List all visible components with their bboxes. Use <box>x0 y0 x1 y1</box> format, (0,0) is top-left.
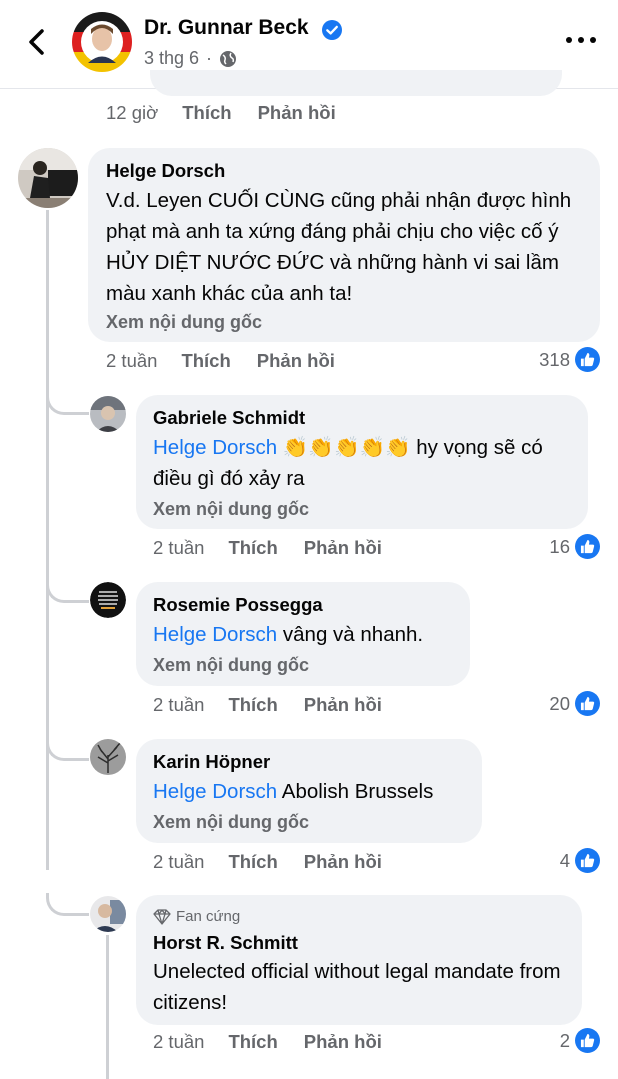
post-date[interactable]: 3 thg 6 <box>144 48 199 69</box>
like-button[interactable]: Thích <box>228 1031 277 1053</box>
more-button[interactable] <box>566 30 596 50</box>
reply-button[interactable]: Phản hồi <box>304 1031 382 1053</box>
reply-button[interactable]: Phản hồi <box>304 851 382 873</box>
avatar[interactable] <box>90 739 126 775</box>
like-thumb-icon <box>575 1028 600 1053</box>
page-name[interactable]: Dr. Gunnar Beck <box>144 16 309 40</box>
reply-actions: 2 tuần Thích Phản hồi <box>153 851 408 873</box>
comment-time: 2 tuần <box>153 851 205 872</box>
mention-link[interactable]: Helge Dorsch <box>153 436 277 459</box>
reaction-count[interactable]: 2 <box>560 1028 600 1053</box>
reply-thread-line <box>106 935 109 1079</box>
like-button[interactable]: Thích <box>228 851 277 873</box>
post-meta: 3 thg 6 · <box>144 48 237 69</box>
avatar[interactable] <box>90 582 126 618</box>
meta-separator: · <box>206 48 213 68</box>
see-original-link[interactable]: Xem nội dung gốc <box>153 499 309 520</box>
page-avatar[interactable] <box>72 12 132 72</box>
reply-button[interactable]: Phản hồi <box>258 102 336 124</box>
reply-text: Helge Dorsch vâng và nhanh. <box>153 619 463 650</box>
reply-actions: 2 tuần Thích Phản hồi <box>153 537 408 559</box>
comment-actions: 2 tuần Thích Phản hồi <box>106 350 361 372</box>
comment-author[interactable]: Helge Dorsch <box>106 160 225 182</box>
reaction-count-value: 2 <box>559 1029 570 1051</box>
clap-emoji: 👏👏👏👏👏 <box>282 436 411 459</box>
like-thumb-icon <box>575 848 600 873</box>
top-fan-badge: Fan cứng <box>153 908 240 925</box>
thread-connector <box>46 893 89 916</box>
thread-line <box>46 210 49 870</box>
globe-icon <box>220 50 237 67</box>
like-button[interactable]: Thích <box>228 537 277 559</box>
reply-button[interactable]: Phản hồi <box>257 350 335 372</box>
comment-time: 2 tuần <box>153 537 205 558</box>
reaction-count-value: 318 <box>539 348 570 370</box>
diamond-icon <box>153 908 171 925</box>
reaction-count[interactable]: 20 <box>549 691 600 716</box>
like-button[interactable]: Thích <box>228 694 277 716</box>
see-original-link[interactable]: Xem nội dung gốc <box>106 312 262 333</box>
comment-text: V.d. Leyen CUỐI CÙNG cũng phải nhận được… <box>106 189 572 305</box>
see-original-link[interactable]: Xem nội dung gốc <box>153 812 309 833</box>
reaction-count[interactable]: 318 <box>539 347 600 372</box>
reply-author[interactable]: Horst R. Schmitt <box>153 932 298 954</box>
comment-time: 2 tuần <box>106 350 158 371</box>
reply-author[interactable]: Gabriele Schmidt <box>153 407 305 429</box>
like-button[interactable]: Thích <box>182 102 231 124</box>
reply-text: Helge Dorsch 👏👏👏👏👏 hy vọng sẽ có điều gì… <box>153 432 581 494</box>
see-original-link[interactable]: Xem nội dung gốc <box>153 655 309 676</box>
thread-connector <box>46 392 89 415</box>
avatar[interactable] <box>18 148 78 208</box>
reply-author[interactable]: Rosemie Possegga <box>153 594 323 616</box>
like-thumb-icon <box>575 691 600 716</box>
avatar[interactable] <box>90 396 126 432</box>
more-icon <box>566 37 572 43</box>
mention-link[interactable]: Helge Dorsch <box>153 623 277 646</box>
badge-label: Fan cứng <box>176 908 241 925</box>
reply-author[interactable]: Karin Höpner <box>153 751 270 773</box>
like-thumb-icon <box>575 347 600 372</box>
like-button[interactable]: Thích <box>181 350 230 372</box>
verified-badge-icon <box>321 19 343 41</box>
reaction-count-value: 16 <box>549 535 570 557</box>
reply-body: Abolish Brussels <box>281 780 434 803</box>
mention-link[interactable]: Helge Dorsch <box>153 780 277 803</box>
reply-text: Helge Dorsch Abolish Brussels <box>153 776 475 807</box>
comment-time: 2 tuần <box>153 694 205 715</box>
reply-button[interactable]: Phản hồi <box>304 694 382 716</box>
comment-time: 12 giờ <box>106 102 159 123</box>
thread-connector <box>46 580 89 603</box>
reaction-count[interactable]: 16 <box>549 534 600 559</box>
reply-actions: 2 tuần Thích Phản hồi <box>153 1031 408 1053</box>
reaction-count-value: 4 <box>559 849 570 871</box>
reply-button[interactable]: Phản hồi <box>304 537 382 559</box>
reaction-count[interactable]: 4 <box>560 848 600 873</box>
reaction-count-value: 20 <box>549 692 570 714</box>
previous-comment-actions: 12 giờ Thích Phản hồi <box>106 102 362 124</box>
previous-comment-bubble <box>150 70 562 96</box>
avatar[interactable] <box>90 896 126 932</box>
reply-actions: 2 tuần Thích Phản hồi <box>153 694 408 716</box>
reply-text: Unelected official without legal mandate… <box>153 960 561 1014</box>
thread-connector <box>46 738 89 761</box>
like-thumb-icon <box>575 534 600 559</box>
reply-body: vâng và nhanh. <box>282 623 424 646</box>
comment-time: 2 tuần <box>153 1031 205 1052</box>
back-button[interactable] <box>22 24 50 60</box>
chevron-left-icon <box>29 29 44 55</box>
